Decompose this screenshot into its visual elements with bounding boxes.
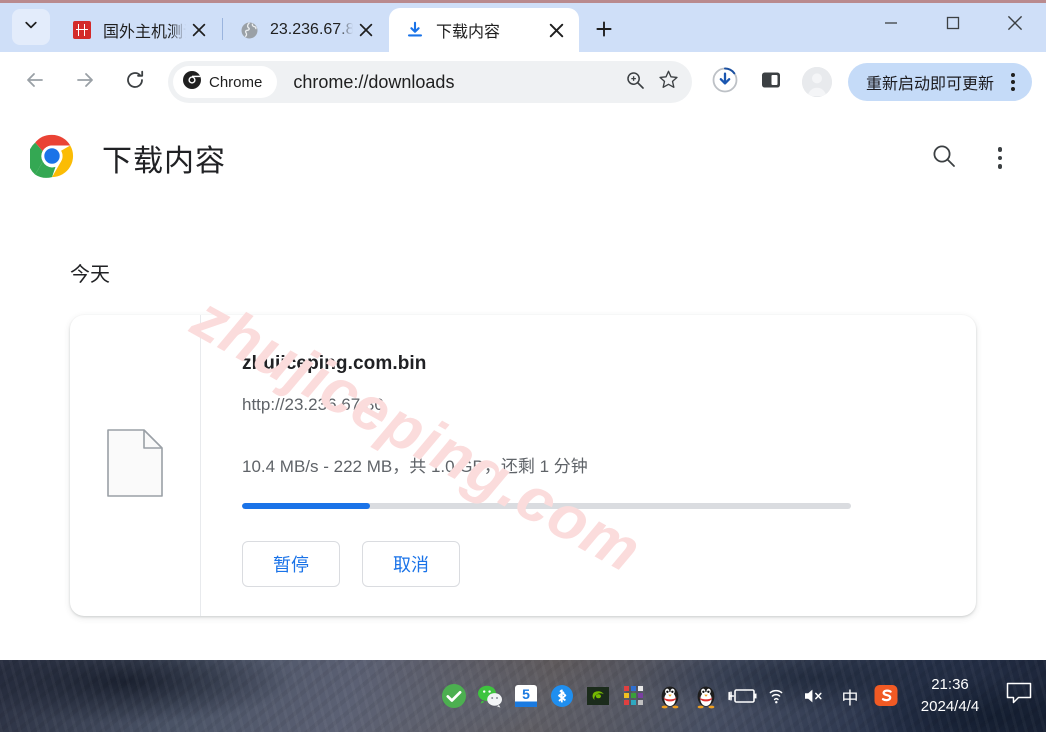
clock-time: 21:36 [931,676,969,694]
xunlei-icon[interactable]: 5 [508,660,544,732]
chrome-chip-label: Chrome [209,73,263,91]
tab-title: 23.236.67.80 [270,21,353,38]
wifi-icon[interactable] [760,660,796,732]
notification-bubble-icon [1005,681,1033,712]
chrome-logo-icon [27,134,74,183]
browser-toolbar: Chrome chrome://downloads 重新启动即可更新 [0,52,1046,112]
sogou-icon[interactable] [868,660,904,732]
check-circle-icon[interactable] [436,660,472,732]
search-downloads-button[interactable] [924,138,964,178]
globe-icon [239,20,259,40]
profile-button[interactable] [797,62,837,102]
side-panel-button[interactable] [751,62,791,102]
date-group-label: 今天 [70,264,110,286]
back-button[interactable] [15,62,55,102]
tab-close-button-0[interactable] [186,17,212,43]
zoom-in-icon [625,70,645,95]
download-source-url[interactable]: http://23.236.67.80 [242,395,950,415]
screen: 国外主机测评 23.236.67.80 [0,0,1046,732]
tab-2[interactable]: 下载内容 [389,8,579,52]
download-status-text: 10.4 MB/s - 222 MB，共 1.0 GB，还剩 1 分钟 [242,457,588,476]
speaker-muted-icon[interactable] [796,660,832,732]
download-progress-bar [242,503,851,509]
bookmark-button[interactable] [652,65,686,99]
forward-button[interactable] [65,62,105,102]
update-button-label: 重新启动即可更新 [865,76,994,93]
nvidia-icon[interactable] [580,660,616,732]
generic-file-icon [107,429,163,502]
cancel-button[interactable]: 取消 [362,541,460,587]
back-arrow-icon [24,69,46,96]
chrome-logo-mono-icon [182,70,202,95]
pause-button[interactable]: 暂停 [242,541,340,587]
windows-taskbar: 5 中 21:36 2024/4/4 [0,660,1046,732]
tab-search-button[interactable] [12,9,50,45]
notification-center-button[interactable] [996,660,1042,732]
star-icon [658,69,679,95]
color-grid-icon[interactable] [616,660,652,732]
chrome-browser-window: 国外主机测评 23.236.67.80 [0,0,1046,660]
tab-0[interactable]: 国外主机测评 [56,8,222,52]
window-controls [860,0,1046,52]
url-text[interactable]: chrome://downloads [277,72,618,93]
side-panel-icon [759,68,783,97]
svg-text:5: 5 [522,686,530,702]
download-progress-icon [711,66,739,99]
download-file-icon-area [70,315,201,616]
qq-penguin-icon[interactable] [652,660,688,732]
browser-menu-button[interactable] [1000,67,1026,97]
tab-title: 下载内容 [436,24,501,41]
address-bar[interactable]: Chrome chrome://downloads [168,61,692,103]
tab-title: 国外主机测评 [103,24,186,41]
bluetooth-icon[interactable] [544,660,580,732]
taskbar-clock[interactable]: 21:36 2024/4/4 [904,660,996,732]
minimize-button[interactable] [860,0,922,46]
forward-arrow-icon [74,69,96,96]
ime-label: 中 [841,688,859,709]
qq-penguin-2-icon[interactable] [688,660,724,732]
update-button[interactable]: 重新启动即可更新 [847,63,1032,101]
download-progress-fill [242,503,370,509]
download-file-name: zhujiceping.com.bin [242,353,427,374]
reload-icon [124,69,146,96]
downloads-page-header: 下载内容 [0,112,1046,204]
page-title: 下载内容 [102,145,226,178]
system-tray: 5 中 21:36 2024/4/4 [436,660,1046,732]
downloads-page: 下载内容 今天 zhujiceping.com.bin http://23.23… [0,112,1046,660]
search-icon [931,143,957,174]
page-header-actions [924,138,1020,178]
download-actions: 暂停 取消 [242,541,950,587]
chrome-chip: Chrome [173,66,278,98]
download-icon [405,20,425,40]
close-button[interactable] [984,0,1046,46]
battery-charging-icon[interactable] [724,660,760,732]
window-top-accent [0,0,1046,3]
zoom-in-button[interactable] [618,65,652,99]
tab-close-button-2[interactable] [543,17,569,43]
tab-1[interactable]: 23.236.67.80 [223,8,389,52]
avatar [801,67,832,97]
reload-button[interactable] [115,62,155,102]
download-item-card[interactable]: zhujiceping.com.bin http://23.236.67.80 … [70,315,976,616]
ime-chinese-icon[interactable]: 中 [832,660,868,732]
clock-date: 2024/4/4 [920,698,980,715]
downloads-menu-button[interactable] [980,138,1020,178]
tab-close-button-1[interactable] [353,17,379,43]
downloads-button[interactable] [705,62,745,102]
new-tab-button[interactable] [587,12,621,46]
site-favicon-red-icon [72,20,92,40]
tab-strip: 国外主机测评 23.236.67.80 [0,0,1046,52]
wechat-icon[interactable] [472,660,508,732]
download-details: zhujiceping.com.bin http://23.236.67.80 … [201,315,976,616]
chevron-down-icon [23,17,39,38]
maximize-button[interactable] [922,0,984,46]
